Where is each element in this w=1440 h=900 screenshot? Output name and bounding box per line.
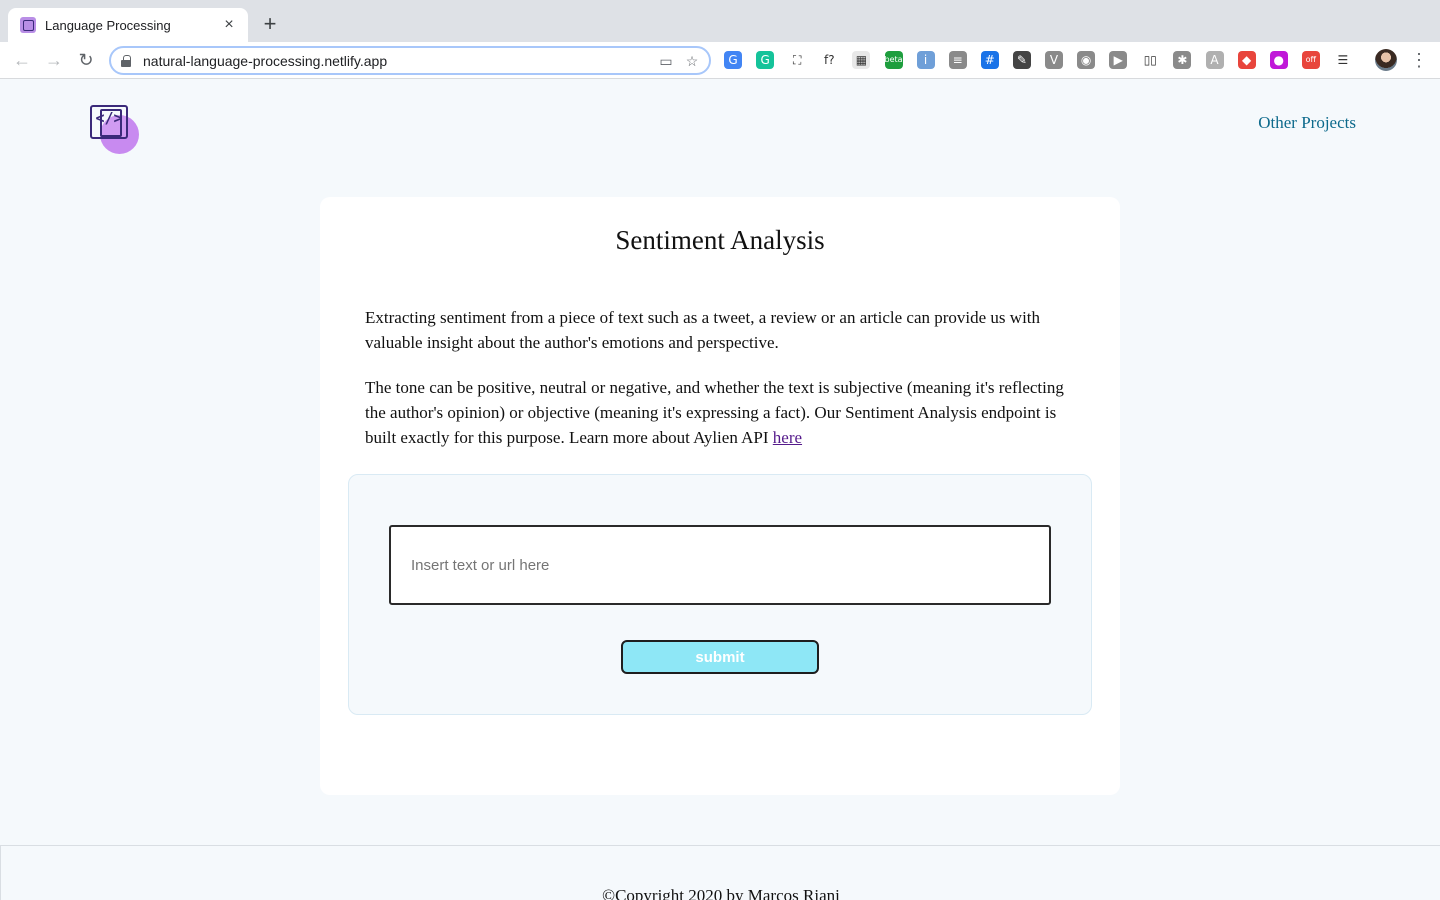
address-bar[interactable]: natural-language-processing.netlify.app … xyxy=(109,46,711,75)
color-picker-extension-icon[interactable]: ◆ xyxy=(1237,51,1256,69)
browser-tab[interactable]: Language Processing × xyxy=(8,8,248,42)
other-projects-link[interactable]: Other Projects xyxy=(1258,113,1356,133)
camera-extension-icon[interactable]: ◉ xyxy=(1077,51,1096,69)
aylien-api-link[interactable]: here xyxy=(773,428,802,447)
crop-extension-icon[interactable]: # xyxy=(980,51,999,69)
book-extension-icon[interactable]: ▯▯ xyxy=(1141,51,1160,69)
eyedropper-extension-icon[interactable]: ✎ xyxy=(1012,51,1031,69)
playlist-extension-icon[interactable]: ☰ xyxy=(1333,51,1352,69)
site-logo[interactable]: </> xyxy=(90,105,140,155)
text-url-input[interactable] xyxy=(389,525,1051,605)
footer: ©Copyright 2020 by Marcos Riani xyxy=(0,845,1440,900)
video-extension-icon[interactable]: ▶ xyxy=(1109,51,1128,69)
tab-strip: Language Processing × + xyxy=(0,0,1440,42)
info-extension-icon[interactable]: i xyxy=(916,51,935,69)
copyright-text: ©Copyright 2020 by Marcos Riani xyxy=(602,886,840,900)
bug-extension-icon[interactable]: ✱ xyxy=(1173,51,1192,69)
tab-title: Language Processing xyxy=(45,17,171,33)
description-text: The tone can be positive, neutral or neg… xyxy=(365,378,1064,447)
back-button[interactable]: ← xyxy=(12,50,32,70)
page-title: Sentiment Analysis xyxy=(615,225,825,255)
forward-button[interactable]: → xyxy=(44,50,64,70)
description-paragraph: The tone can be positive, neutral or neg… xyxy=(365,375,1077,450)
submit-button[interactable]: submit xyxy=(621,640,819,674)
grid-extension-icon[interactable]: ▦ xyxy=(852,51,871,69)
url-text[interactable]: natural-language-processing.netlify.app xyxy=(143,53,657,69)
google-translate-extension-icon[interactable]: G xyxy=(724,51,742,69)
lock-icon[interactable] xyxy=(121,54,131,67)
off-extension-icon[interactable]: off xyxy=(1301,51,1320,69)
font-identifier-extension-icon[interactable]: f? xyxy=(820,51,839,69)
install-app-icon[interactable]: ▭ xyxy=(657,52,675,70)
grammarly-extension-icon[interactable]: G xyxy=(756,51,775,69)
browser-menu-icon[interactable]: ⋮ xyxy=(1410,49,1428,71)
sentiment-card: Sentiment Analysis Extracting sentiment … xyxy=(320,197,1120,795)
reload-button[interactable]: ↻ xyxy=(76,50,96,70)
reader-extension-icon[interactable]: ≡ xyxy=(948,51,967,69)
analysis-form: submit xyxy=(348,474,1092,715)
purple-extension-icon[interactable]: ● xyxy=(1269,51,1288,69)
code-icon: </> xyxy=(95,109,123,127)
browser-chrome: Language Processing × + ← → ↻ natural-la… xyxy=(0,0,1440,79)
beta-extension-icon[interactable]: beta xyxy=(884,51,903,69)
profile-avatar[interactable] xyxy=(1375,49,1397,71)
vue-devtools-extension-icon[interactable]: V xyxy=(1045,51,1063,69)
browser-toolbar: ← → ↻ natural-language-processing.netlif… xyxy=(0,42,1440,79)
close-tab-icon[interactable]: × xyxy=(220,16,238,34)
favicon-icon xyxy=(20,17,36,33)
bookmark-star-icon[interactable]: ☆ xyxy=(683,52,701,70)
intro-paragraph: Extracting sentiment from a piece of tex… xyxy=(365,308,1041,352)
new-tab-button[interactable]: + xyxy=(258,13,282,37)
font-extension-icon[interactable]: A xyxy=(1205,51,1224,69)
screenshot-extension-icon[interactable]: ⛶ xyxy=(788,51,807,69)
page-content: </> Other Projects Sentiment Analysis Ex… xyxy=(0,79,1440,900)
